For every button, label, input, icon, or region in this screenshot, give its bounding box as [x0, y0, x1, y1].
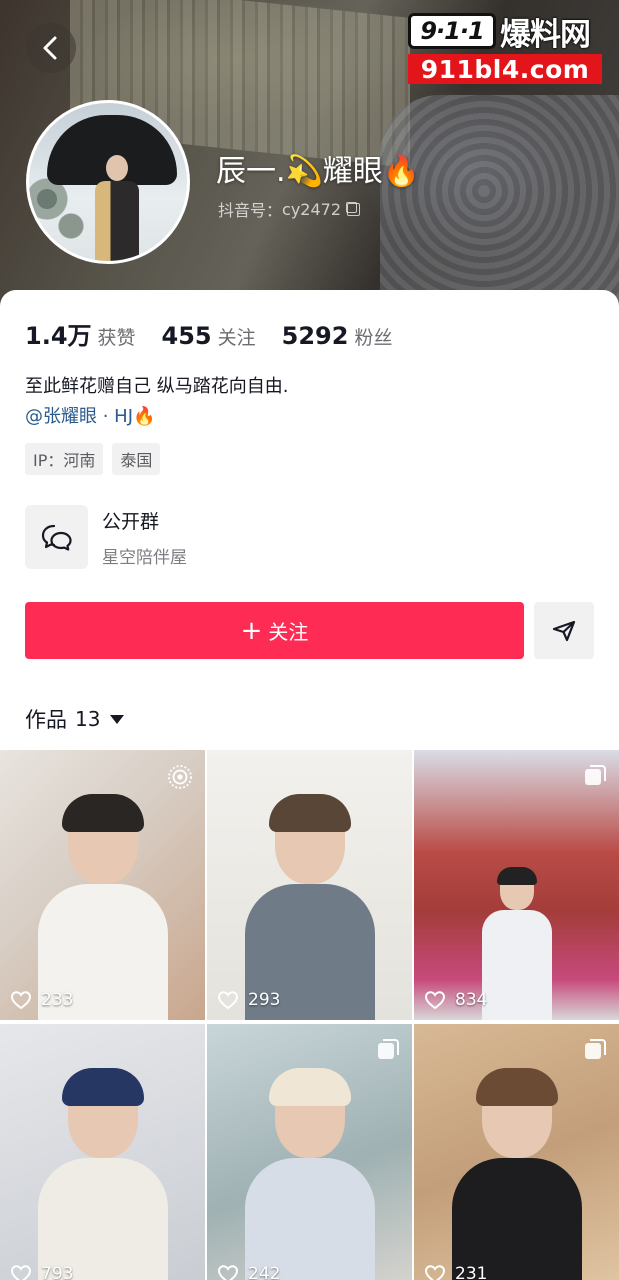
heart-icon	[10, 991, 32, 1010]
avatar[interactable]	[26, 100, 190, 264]
heart-icon	[217, 1265, 239, 1280]
plus-icon: +	[240, 615, 263, 646]
works-tab-header[interactable]: 作品 13	[25, 704, 125, 734]
work-like-count: 834	[455, 990, 488, 1010]
multi-image-icon	[585, 1039, 606, 1059]
chevron-left-icon	[43, 36, 57, 60]
watermark-url: 911bl4.com	[408, 54, 602, 84]
works-count: 13	[75, 707, 101, 731]
work-like-count: 233	[41, 990, 74, 1010]
watermark-badge: 9·1·1	[408, 13, 496, 49]
live-photo-icon	[168, 765, 192, 789]
follow-button-label: 关注	[268, 620, 309, 644]
following-label[interactable]: 关注	[218, 323, 256, 350]
caret-down-icon	[110, 714, 125, 724]
profile-nickname: 辰一.💫耀眼🔥	[216, 154, 421, 189]
tag-country[interactable]: 泰国	[112, 443, 161, 475]
send-icon	[552, 620, 576, 641]
work-thumbnail[interactable]: 793	[0, 1024, 205, 1280]
account-id: cy2472	[282, 199, 341, 219]
public-group-entry[interactable]: 公开群 星空陪伴屋	[25, 505, 187, 569]
account-label: 抖音号：	[218, 201, 283, 220]
likes-label[interactable]: 获赞	[98, 323, 136, 350]
work-thumbnail[interactable]: 242	[207, 1024, 412, 1280]
watermark-title: 爆料网	[500, 16, 591, 53]
work-thumbnail[interactable]: 231	[414, 1024, 619, 1280]
group-title: 公开群	[102, 510, 160, 533]
work-thumbnail[interactable]: 293	[207, 750, 412, 1020]
account-id-row[interactable]: 抖音号： cy2472	[218, 197, 360, 221]
followers-count[interactable]: 5292	[282, 322, 349, 350]
multi-image-icon	[378, 1039, 399, 1059]
following-count[interactable]: 455	[162, 322, 212, 350]
share-button[interactable]	[534, 602, 594, 659]
bio-text: 至此鲜花赠自己 纵马踏花向自由.	[25, 376, 289, 397]
followers-label[interactable]: 粉丝	[354, 323, 392, 350]
works-label: 作品	[25, 708, 67, 732]
work-like-count: 793	[41, 1264, 74, 1280]
work-like-count: 293	[248, 990, 281, 1010]
back-button[interactable]	[26, 23, 76, 73]
profile-stats: 1.4万 获赞 455 关注 5292 粉丝	[25, 316, 418, 351]
profile-tags: IP：河南 泰国	[25, 443, 161, 475]
multi-image-icon	[585, 765, 606, 785]
follow-button[interactable]: + 关注	[25, 602, 524, 659]
work-like-count: 242	[248, 1264, 281, 1280]
work-like-count: 231	[455, 1264, 488, 1280]
likes-count[interactable]: 1.4万	[25, 316, 92, 351]
heart-icon	[424, 991, 446, 1010]
group-subtitle: 星空陪伴屋	[102, 547, 187, 568]
copy-icon[interactable]	[347, 202, 360, 216]
heart-icon	[217, 991, 239, 1010]
heart-icon	[424, 1265, 446, 1280]
work-thumbnail[interactable]: 233	[0, 750, 205, 1020]
heart-icon	[10, 1265, 32, 1280]
watermark-logo: 9·1·1 爆料网 911bl4.com	[408, 12, 606, 88]
tag-ip-location: IP：河南	[25, 443, 104, 475]
work-thumbnail[interactable]: 834	[414, 750, 619, 1020]
group-chat-icon	[25, 505, 88, 569]
bio-mention-link[interactable]: @张耀眼 · HJ🔥	[25, 402, 155, 428]
